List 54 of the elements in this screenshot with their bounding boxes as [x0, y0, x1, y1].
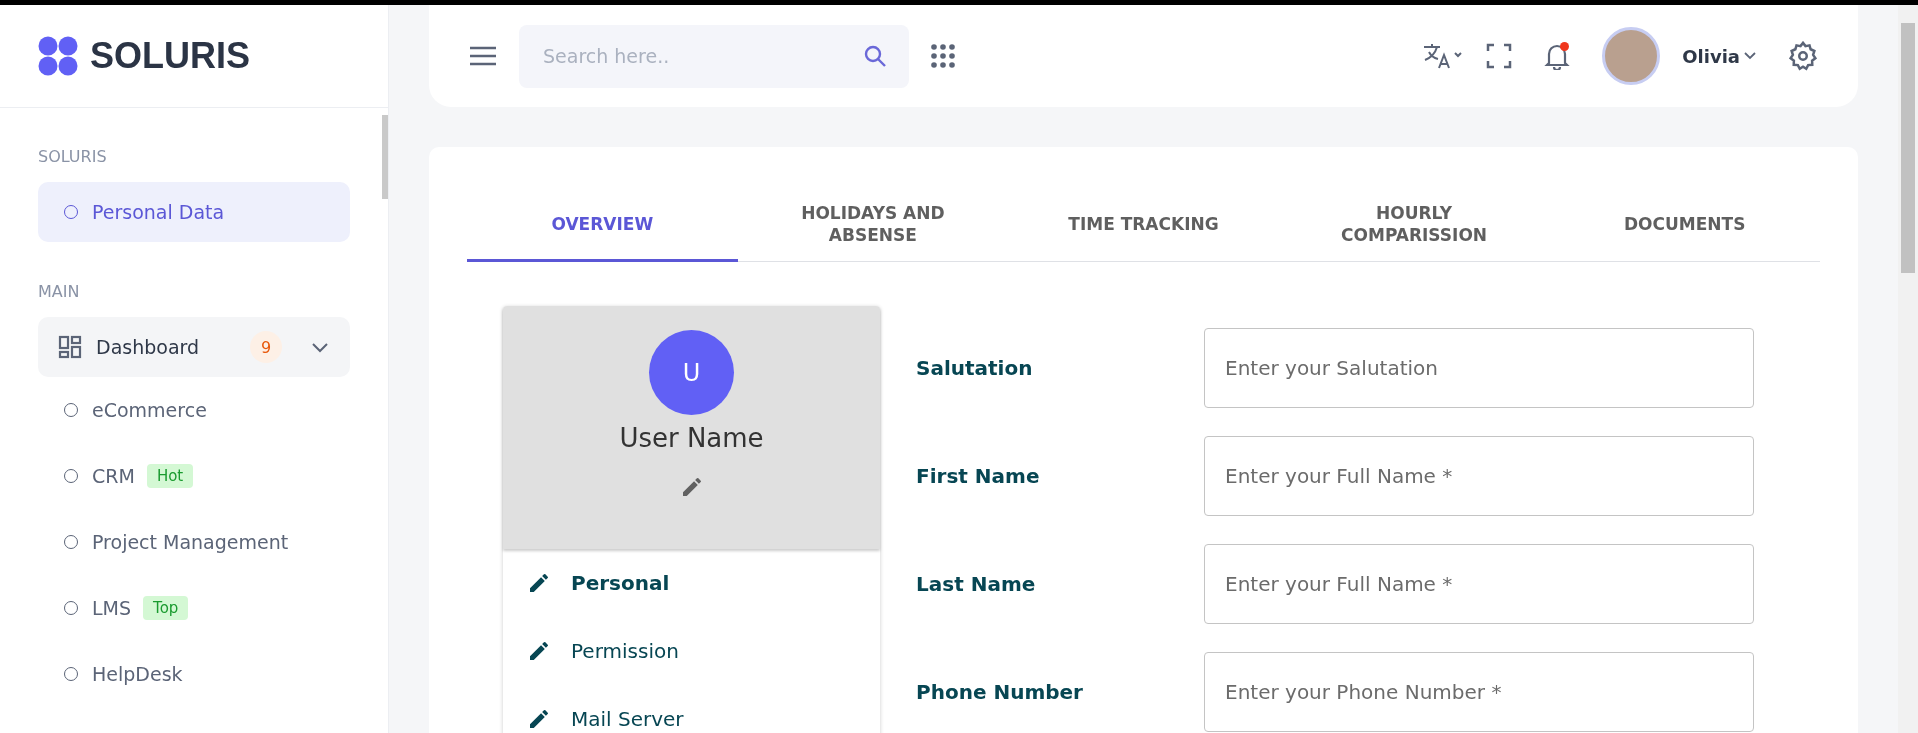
profile-menu-item[interactable]: Mail Server: [503, 685, 880, 733]
count-badge: 9: [250, 331, 282, 363]
settings-icon[interactable]: [1788, 41, 1818, 71]
tab[interactable]: OVERVIEW: [467, 189, 738, 262]
tab[interactable]: HOLIDAYS AND ABSENSE: [737, 189, 1009, 262]
profile-menu-item[interactable]: Personal: [503, 549, 880, 617]
menu-item-label: Permission: [571, 639, 679, 663]
tab[interactable]: HOURLY COMPARISSION: [1278, 189, 1550, 262]
sidebar-item[interactable]: LMS Top: [38, 575, 350, 641]
apps-grid-icon[interactable]: [931, 44, 955, 68]
avatar[interactable]: U: [649, 330, 734, 415]
profile-menu-item[interactable]: Permission: [503, 617, 880, 685]
search-field[interactable]: Search here..: [519, 24, 909, 88]
user-name: User Name: [619, 423, 764, 453]
menu-item-label: Mail Server: [571, 707, 684, 731]
dashboard-icon: [58, 335, 82, 359]
section-title: MAIN: [38, 282, 81, 301]
sidebar-item[interactable]: eCommerce: [38, 377, 350, 443]
sidebar-item[interactable]: Personal Data: [38, 182, 350, 242]
sidebar-item-label: CRM: [92, 465, 135, 487]
input-field[interactable]: Enter your Phone Number *: [1204, 652, 1754, 732]
tab[interactable]: DOCUMENTS: [1549, 189, 1820, 262]
tag: Top: [143, 596, 189, 620]
notification-bell-icon[interactable]: [1544, 42, 1571, 70]
field-label: First Name: [916, 464, 1041, 488]
tag: Hot: [146, 464, 194, 488]
sidebar-item-label: LMS: [92, 597, 132, 619]
pencil-icon[interactable]: [527, 571, 551, 595]
translate-icon[interactable]: [1422, 42, 1465, 70]
scrollbar[interactable]: [1898, 5, 1918, 733]
section-title: SOLURIS: [38, 147, 108, 166]
field-label: Salutation: [916, 356, 1034, 380]
pencil-icon[interactable]: [527, 707, 551, 731]
brand-name: SOLURIS: [90, 35, 250, 77]
user-menu[interactable]: Olivia: [1682, 45, 1756, 67]
sidebar-item[interactable]: HelpDesk: [38, 641, 350, 707]
field-label: Last Name: [916, 572, 1037, 596]
sidebar-item[interactable]: CRM Hot: [38, 443, 350, 509]
input-field[interactable]: Enter your Full Name *: [1204, 544, 1754, 624]
input-field[interactable]: Enter your Salutation: [1204, 328, 1754, 408]
sidebar-item[interactable]: Project Management: [38, 509, 350, 575]
search-icon[interactable]: [863, 43, 887, 68]
field-label: Phone Number: [916, 680, 1084, 704]
tab[interactable]: TIME TRACKING: [1008, 189, 1279, 262]
fullscreen-icon[interactable]: [1486, 43, 1513, 69]
input-field[interactable]: Enter your Full Name *: [1204, 436, 1754, 516]
sidebar-item-label: Dashboard: [96, 336, 200, 358]
sidebar-item[interactable]: Dashboard 9: [38, 317, 350, 377]
logo-icon: [38, 36, 78, 76]
scrollbar[interactable]: [382, 115, 388, 199]
caret-icon[interactable]: [1744, 52, 1756, 60]
pencil-icon[interactable]: [527, 639, 551, 663]
menu-item-label: Personal: [571, 571, 670, 595]
menu-icon[interactable]: [469, 45, 497, 67]
